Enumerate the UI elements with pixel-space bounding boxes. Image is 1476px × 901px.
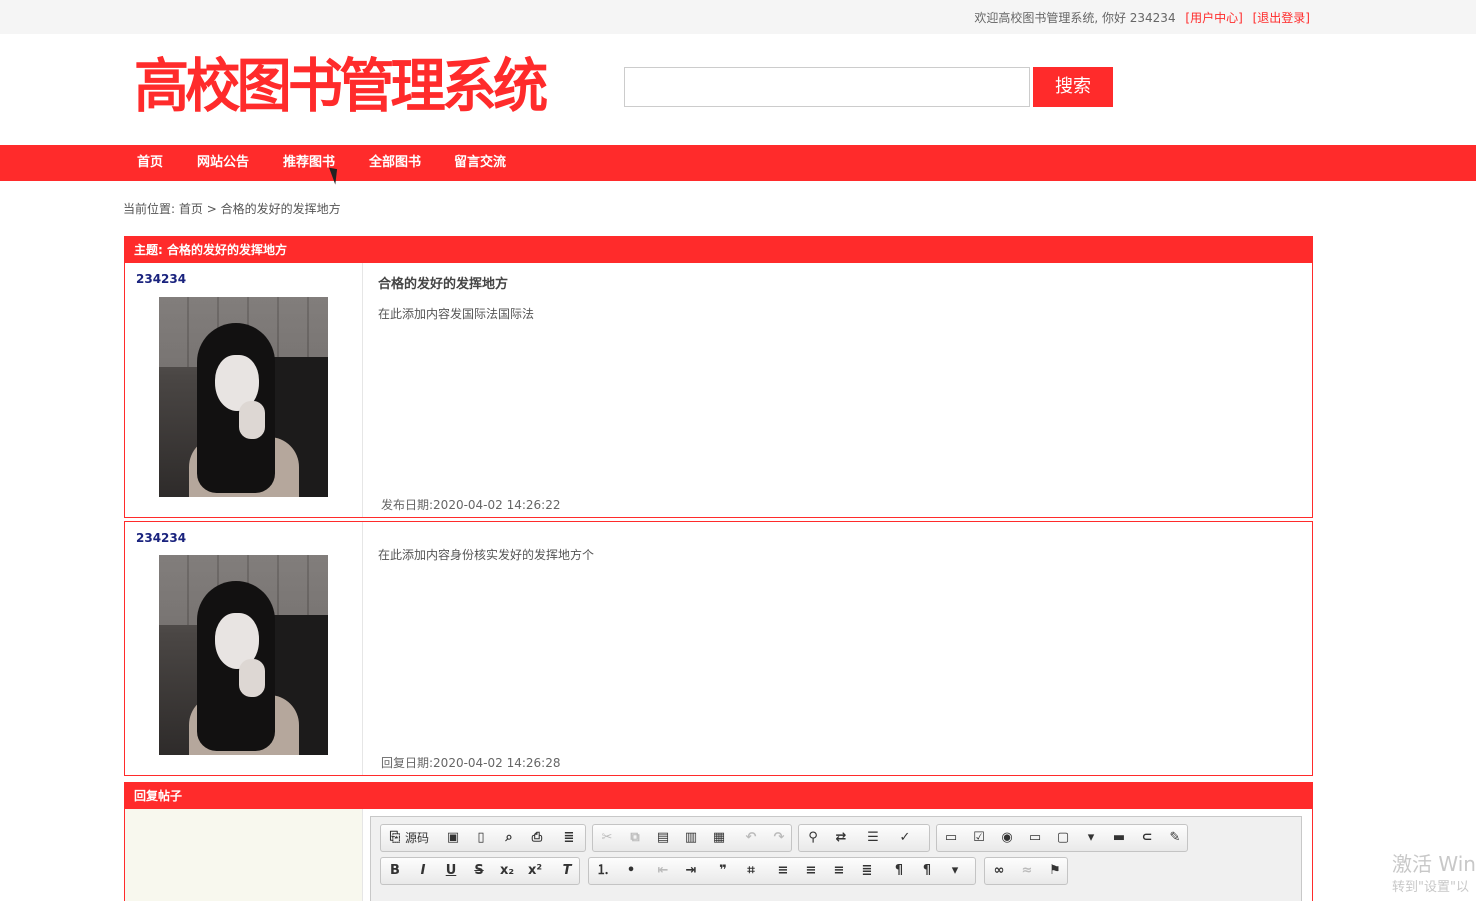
italic-icon[interactable]: I [413, 862, 433, 880]
nav-item-announcements[interactable]: 网站公告 [197, 145, 249, 181]
breadcrumb: 当前位置: 首页 > 合格的发好的发挥地方 [123, 200, 341, 217]
select-field-icon[interactable]: ▾ [1081, 829, 1101, 847]
find-icon[interactable]: ⚲ [803, 829, 823, 847]
outdent-icon[interactable]: ⇤ [653, 862, 673, 880]
nav-item-message-board[interactable]: 留言交流 [454, 145, 506, 181]
nav-item-home[interactable]: 首页 [137, 145, 163, 181]
user-center-link[interactable]: [用户中心] [1185, 11, 1242, 25]
save-icon[interactable]: ▣ [443, 829, 463, 847]
post-content: 在此添加内容发国际法国际法 [378, 307, 535, 321]
checkbox-icon[interactable]: ☑ [969, 829, 989, 847]
toolbar-group-links: ∞ ≈ ⚑ [984, 857, 1068, 885]
top-bar: 欢迎高校图书管理系统, 你好 234234 [用户中心] [退出登录] [0, 0, 1476, 34]
form-icon[interactable]: ▭ [941, 829, 961, 847]
align-right-icon[interactable]: ≡ [829, 862, 849, 880]
nav-item-recommended-books[interactable]: 推荐图书 [283, 145, 335, 181]
paste-text-icon[interactable]: ▥ [681, 829, 701, 847]
image-button-icon[interactable]: ⊂ [1137, 829, 1157, 847]
post-date: 发布日期:2020-04-02 14:26:22 [381, 498, 561, 512]
spellcheck-icon[interactable]: ✓ [895, 829, 915, 847]
post-title: 合格的发好的发挥地方 [378, 277, 509, 292]
toolbar-group-basicstyles: B I U S x₂ x² T [380, 857, 580, 885]
radio-icon[interactable]: ◉ [997, 829, 1017, 847]
ltr-icon[interactable]: ¶ [889, 862, 909, 880]
templates-icon[interactable]: ≣ [559, 829, 579, 847]
reply-author-column: 234234 [125, 522, 363, 775]
paste-icon[interactable]: ▤ [653, 829, 673, 847]
search-input[interactable] [624, 67, 1030, 107]
breadcrumb-prefix: 当前位置: [123, 202, 176, 216]
site-logo[interactable]: 高校图书管理系统 [134, 52, 548, 120]
print-icon[interactable]: ⎙ [527, 829, 547, 847]
avatar [159, 297, 328, 497]
toolbar-group-document: ⎘ 源码 ▣ ▯ ⌕ ⎙ ≣ [380, 824, 586, 852]
reply-form-header: 回复帖子 [125, 783, 1312, 809]
rtl-icon[interactable]: ¶ [917, 862, 937, 880]
reply-date: 回复日期:2020-04-02 14:26:28 [381, 756, 561, 770]
superscript-icon[interactable]: x² [525, 862, 545, 880]
top-bar-links: 欢迎高校图书管理系统, 你好 234234 [用户中心] [退出登录] [974, 9, 1310, 26]
source-icon[interactable]: ⎘ [385, 829, 405, 847]
toolbar-group-clipboard: ✂ ⧉ ▤ ▥ ▦ ↶ ↷ [592, 824, 792, 852]
reply-content: 在此添加内容身份核实发好的发挥地方个 [378, 548, 595, 562]
breadcrumb-separator: > [206, 202, 217, 216]
text-field-icon[interactable]: ▭ [1025, 829, 1045, 847]
hidden-field-icon[interactable]: ✎ [1165, 829, 1185, 847]
bold-icon[interactable]: B [385, 862, 405, 880]
select-all-icon[interactable]: ☰ [863, 829, 883, 847]
bulleted-list-icon[interactable]: • [621, 862, 641, 880]
blockquote-icon[interactable]: ❞ [713, 862, 733, 880]
topic-header: 主题: 合格的发好的发挥地方 [125, 237, 1312, 263]
undo-icon[interactable]: ↶ [741, 829, 761, 847]
replace-icon[interactable]: ⇄ [831, 829, 851, 847]
textarea-icon[interactable]: ▢ [1053, 829, 1073, 847]
cut-icon[interactable]: ✂ [597, 829, 617, 847]
subscript-icon[interactable]: x₂ [497, 862, 517, 880]
numbered-list-icon[interactable]: ⒈ [593, 862, 613, 880]
toolbar-group-paragraph: ⒈ • ⇤ ⇥ ❞ ⌗ ≡ ≡ ≡ ≣ ¶ ¶ ▾ [588, 857, 976, 885]
windows-activation-subtext: 转到"设置"以 [1392, 880, 1469, 895]
source-button[interactable]: 源码 [405, 829, 429, 847]
underline-icon[interactable]: U [441, 862, 461, 880]
rich-text-editor[interactable]: ⎘ 源码 ▣ ▯ ⌕ ⎙ ≣ ✂ ⧉ ▤ ▥ ▦ ↶ ↷ ⚲ ⇄ ☰ ✓ ▭ ☑… [370, 816, 1302, 901]
post-author-column: 234234 [125, 263, 363, 517]
toolbar-group-forms: ▭ ☑ ◉ ▭ ▢ ▾ ▬ ⊂ ✎ [936, 824, 1188, 852]
post-reply: 234234 在此添加内容身份核实发好的发挥地方个 回复日期:2020-04-0… [124, 521, 1313, 776]
div-container-icon[interactable]: ⌗ [741, 862, 761, 880]
anchor-flag-icon[interactable]: ⚑ [1045, 862, 1065, 880]
strike-icon[interactable]: S [469, 862, 489, 880]
redo-icon[interactable]: ↷ [769, 829, 789, 847]
post-username: 234234 [136, 272, 187, 286]
indent-icon[interactable]: ⇥ [681, 862, 701, 880]
welcome-text: 欢迎高校图书管理系统, 你好 234234 [974, 11, 1176, 25]
post-main: 主题: 合格的发好的发挥地方 234234 合格的发好的发挥地方 在此添加内容发… [124, 236, 1313, 518]
avatar [159, 555, 328, 755]
windows-activation-watermark: 激活 Win [1392, 852, 1476, 876]
new-page-icon[interactable]: ▯ [471, 829, 491, 847]
toolbar-group-find: ⚲ ⇄ ☰ ✓ [798, 824, 930, 852]
button-field-icon[interactable]: ▬ [1109, 829, 1129, 847]
breadcrumb-home[interactable]: 首页 [179, 202, 203, 216]
language-icon[interactable]: ▾ [945, 862, 965, 880]
unlink-icon[interactable]: ≈ [1017, 862, 1037, 880]
breadcrumb-current: 合格的发好的发挥地方 [220, 202, 341, 216]
preview-icon[interactable]: ⌕ [499, 829, 519, 847]
align-justify-icon[interactable]: ≣ [857, 862, 877, 880]
nav-item-all-books[interactable]: 全部图书 [369, 145, 421, 181]
reply-username: 234234 [136, 531, 187, 545]
main-nav: 首页 网站公告 推荐图书 全部图书 留言交流 [0, 145, 1476, 181]
remove-format-icon[interactable]: T [557, 862, 577, 880]
reply-form-left [125, 809, 363, 901]
align-center-icon[interactable]: ≡ [801, 862, 821, 880]
paste-word-icon[interactable]: ▦ [709, 829, 729, 847]
logout-link[interactable]: [退出登录] [1253, 11, 1310, 25]
search-button[interactable]: 搜索 [1033, 67, 1113, 107]
align-left-icon[interactable]: ≡ [773, 862, 793, 880]
link-icon[interactable]: ∞ [989, 862, 1009, 880]
copy-icon[interactable]: ⧉ [625, 829, 645, 847]
